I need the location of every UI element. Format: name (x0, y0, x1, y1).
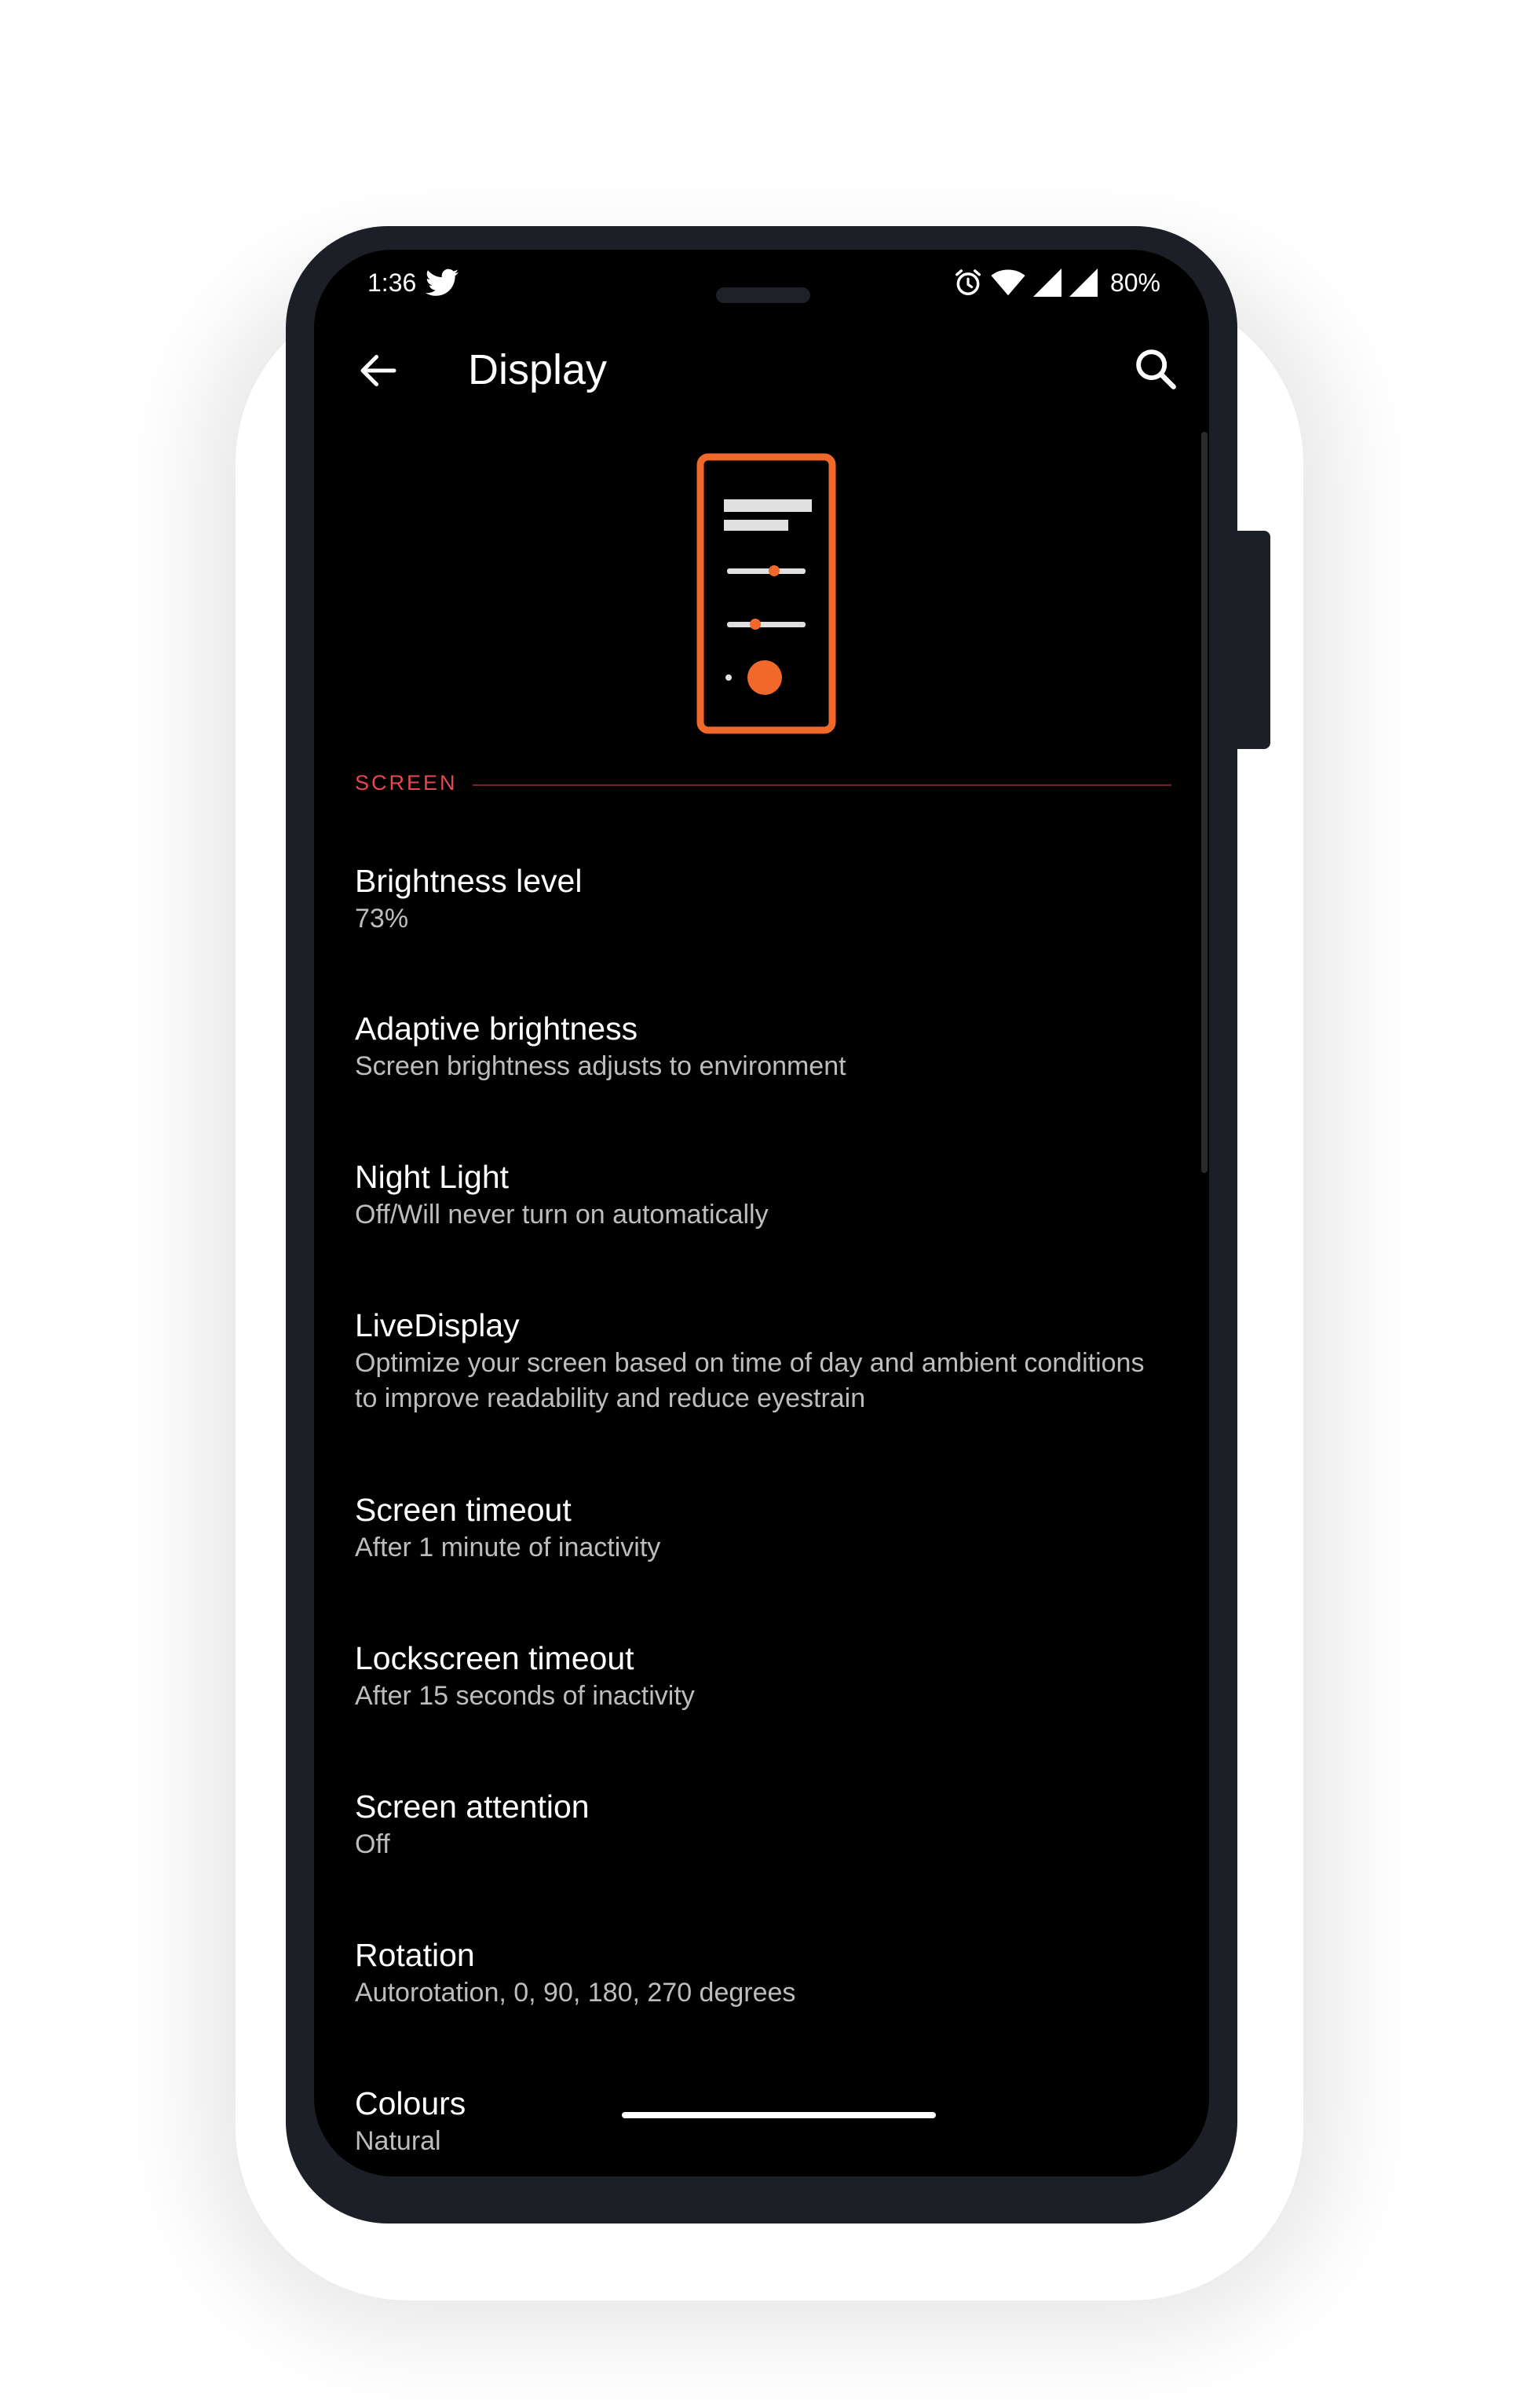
section-label: SCREEN (355, 771, 458, 795)
setting-lockscreen-timeout[interactable]: Lockscreen timeout After 15 seconds of i… (355, 1638, 1156, 1714)
setting-adaptive-brightness[interactable]: Adaptive brightness Screen brightness ad… (355, 1008, 1156, 1084)
setting-summary: After 15 seconds of inactivity (355, 1681, 695, 1711)
setting-summary: Autorotation, 0, 90, 180, 270 degrees (355, 1978, 796, 2008)
setting-brightness-level[interactable]: Brightness level 73% (355, 861, 1156, 937)
back-arrow-icon[interactable] (355, 347, 402, 394)
setting-summary: 73% (355, 904, 409, 934)
battery-percentage: 80% (1109, 268, 1160, 297)
setting-night-light[interactable]: Night Light Off/Will never turn on autom… (355, 1156, 1156, 1233)
phone-screen: 1:36 80% Display SCREEN Brightness level… (314, 250, 1209, 2176)
setting-livedisplay[interactable]: LiveDisplay Optimize your screen based o… (355, 1305, 1156, 1416)
twitter-icon (426, 269, 459, 296)
status-icons: 80% (953, 267, 1160, 298)
scrollbar[interactable] (1201, 432, 1208, 1173)
setting-screen-timeout[interactable]: Screen timeout After 1 minute of inactiv… (355, 1489, 1156, 1566)
setting-title: LiveDisplay (355, 1307, 520, 1343)
signal-icon (1069, 269, 1098, 297)
setting-title: Adaptive brightness (355, 1010, 638, 1047)
setting-colours[interactable]: Colours Natural (355, 2083, 1156, 2159)
setting-summary: Natural (355, 2126, 441, 2156)
setting-summary: After 1 minute of inactivity (355, 1533, 661, 1562)
status-time: 1:36 (367, 269, 417, 297)
wifi-icon (991, 269, 1025, 296)
setting-summary: Screen brightness adjusts to environment (355, 1051, 846, 1081)
setting-title: Screen timeout (355, 1492, 572, 1528)
signal-icon (1032, 269, 1061, 297)
alarm-icon (955, 269, 981, 295)
setting-title: Lockscreen timeout (355, 1640, 634, 1676)
setting-rotation[interactable]: Rotation Autorotation, 0, 90, 180, 270 d… (355, 1935, 1156, 2011)
display-illustration (696, 453, 836, 734)
status-bar: 1:36 80% (314, 250, 1209, 320)
setting-summary: Off (355, 1829, 390, 1859)
app-bar: Display (314, 328, 1209, 422)
setting-screen-attention[interactable]: Screen attention Off (355, 1786, 1156, 1862)
setting-summary: Optimize your screen based on time of da… (355, 1348, 1145, 1413)
page-title: Display (468, 346, 608, 393)
setting-summary: Off/Will never turn on automatically (355, 1200, 769, 1230)
search-icon[interactable] (1131, 344, 1181, 394)
setting-title: Night Light (355, 1159, 510, 1195)
section-divider (473, 784, 1171, 786)
section-header: SCREEN (355, 771, 1171, 802)
setting-title: Brightness level (355, 863, 583, 899)
setting-title: Screen attention (355, 1789, 590, 1825)
home-indicator[interactable] (622, 2112, 936, 2118)
setting-title: Rotation (355, 1937, 475, 1973)
